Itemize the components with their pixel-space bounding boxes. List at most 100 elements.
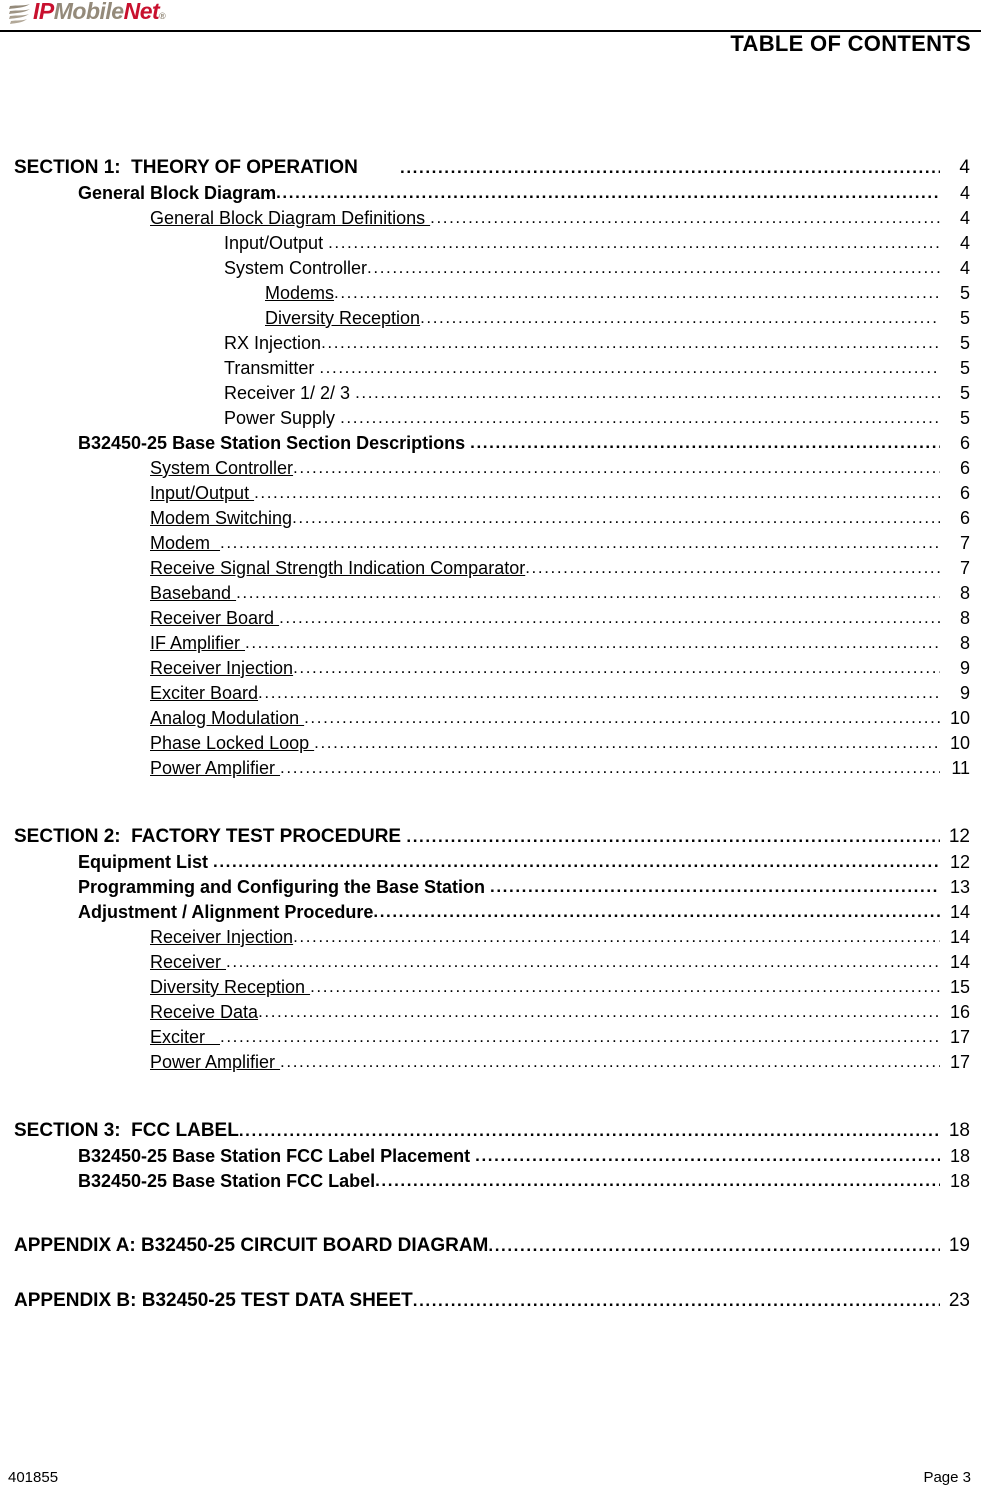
toc-entry-label: Receiver bbox=[150, 952, 227, 972]
toc-leader-dots: ........................................… bbox=[525, 559, 940, 576]
toc-entry[interactable]: Power Amplifier ........................… bbox=[0, 1046, 970, 1071]
toc-entry[interactable]: Modems..................................… bbox=[0, 277, 970, 302]
ipmobilenet-logo: IPMobileNet® bbox=[8, 0, 166, 27]
toc-entry[interactable]: Receiver ...............................… bbox=[0, 946, 970, 971]
toc-entry-label: System Controller bbox=[150, 458, 294, 478]
toc-entry-label: B32450-25 Base Station FCC Label Placeme… bbox=[78, 1146, 476, 1166]
toc-entry-label: Power Amplifier bbox=[150, 1052, 281, 1072]
toc-entry-page: 6 bbox=[959, 483, 970, 503]
toc-entry-page: 5 bbox=[959, 283, 970, 303]
toc-leader-dots: ........................................… bbox=[314, 734, 940, 751]
toc-entry-label: Phase Locked Loop bbox=[150, 733, 315, 753]
toc-entry-label: RX Injection bbox=[224, 333, 322, 353]
toc-entry[interactable]: B32450-25 Base Station FCC Label........… bbox=[0, 1165, 970, 1190]
toc-leader-dots: ........................................… bbox=[276, 184, 940, 201]
toc-entry-page: 13 bbox=[949, 877, 970, 897]
toc-entry-label: Receiver Injection bbox=[150, 658, 294, 678]
toc-entry-page: 4 bbox=[959, 208, 970, 228]
toc-entry-label: Modem Switching bbox=[150, 508, 293, 528]
toc-entry-label: General Block Diagram bbox=[78, 183, 277, 203]
toc-leader-dots: ........................................… bbox=[406, 828, 940, 845]
toc-entry-page: 12 bbox=[948, 826, 970, 847]
logo-text-net: Net bbox=[123, 0, 160, 24]
toc-leader-dots: ........................................… bbox=[293, 659, 940, 676]
toc-entry-page: 18 bbox=[948, 1120, 970, 1141]
toc-entry[interactable]: Receive Data............................… bbox=[0, 996, 970, 1021]
toc-entry[interactable]: Adjustment / Alignment Procedure........… bbox=[0, 896, 970, 921]
toc-entry-page: 8 bbox=[959, 633, 970, 653]
toc-entry[interactable]: APPENDIX B: B32450-25 TEST DATA SHEET...… bbox=[0, 1285, 970, 1310]
toc-entry[interactable]: Exciter ................................… bbox=[0, 1021, 970, 1046]
toc-entry-label: Diversity Reception bbox=[265, 308, 421, 328]
toc-entry[interactable]: SECTION 2: FACTORY TEST PROCEDURE ......… bbox=[0, 821, 970, 846]
toc-entry[interactable]: Analog Modulation ......................… bbox=[0, 702, 970, 727]
toc-entry-page: 10 bbox=[949, 708, 970, 728]
toc-entry-label: Input/Output bbox=[224, 233, 329, 253]
toc-entry[interactable]: General Block Diagram...................… bbox=[0, 177, 970, 202]
toc-leader-dots: ........................................… bbox=[430, 209, 940, 226]
toc-entry[interactable]: Diversity Reception ....................… bbox=[0, 971, 970, 996]
toc-group-spacer bbox=[0, 777, 981, 821]
toc-entry[interactable]: Equipment List .........................… bbox=[0, 846, 970, 871]
toc-leader-dots: ........................................… bbox=[258, 684, 940, 701]
toc-entry[interactable]: Modem Switching.........................… bbox=[0, 502, 970, 527]
toc-entry[interactable]: Receiver 1/ 2/ 3 .......................… bbox=[0, 377, 970, 402]
toc-leader-dots: ........................................… bbox=[293, 928, 940, 945]
toc-entry[interactable]: Exciter Board...........................… bbox=[0, 677, 970, 702]
toc-entry[interactable]: Input/Output ...........................… bbox=[0, 477, 970, 502]
toc-entry[interactable]: Receive Signal Strength Indication Compa… bbox=[0, 552, 970, 577]
toc-entry[interactable]: Programming and Configuring the Base Sta… bbox=[0, 871, 970, 896]
toc-entry[interactable]: General Block Diagram Definitions ......… bbox=[0, 202, 970, 227]
toc-entry[interactable]: Power Amplifier ........................… bbox=[0, 752, 970, 777]
toc-entry-label: Receive Signal Strength Indication Compa… bbox=[150, 558, 526, 578]
toc-entry[interactable]: Diversity Reception.....................… bbox=[0, 302, 970, 327]
toc-entry-page: 19 bbox=[948, 1235, 970, 1256]
toc-leader-dots: ........................................… bbox=[470, 434, 940, 451]
toc-entry[interactable]: System Controller.......................… bbox=[0, 452, 970, 477]
toc-entry[interactable]: IF Amplifier ...........................… bbox=[0, 627, 970, 652]
toc-entry-page: 12 bbox=[949, 852, 970, 872]
toc-entry[interactable]: Power Supply ...........................… bbox=[0, 402, 970, 427]
toc-entry-label: SECTION 1: THEORY OF OPERATION bbox=[14, 157, 401, 178]
toc-entry[interactable]: System Controller.......................… bbox=[0, 252, 970, 277]
toc-entry-page: 8 bbox=[959, 583, 970, 603]
toc-entry[interactable]: Transmitter ............................… bbox=[0, 352, 970, 377]
page-number: Page 3 bbox=[923, 1469, 971, 1486]
toc-entry-label: SECTION 3: FCC LABEL bbox=[14, 1120, 239, 1141]
toc-entry[interactable]: Baseband ...............................… bbox=[0, 577, 970, 602]
toc-entry[interactable]: Input/Output ...........................… bbox=[0, 227, 970, 252]
toc-entry-page: 6 bbox=[959, 433, 970, 453]
toc-entry[interactable]: Phase Locked Loop ......................… bbox=[0, 727, 970, 752]
toc-leader-dots: ........................................… bbox=[321, 334, 940, 351]
toc-entry[interactable]: B32450-25 Base Station FCC Label Placeme… bbox=[0, 1140, 970, 1165]
toc-entry[interactable]: Receiver Injection......................… bbox=[0, 652, 970, 677]
toc-entry-page: 5 bbox=[959, 308, 970, 328]
toc-leader-dots: ........................................… bbox=[292, 509, 940, 526]
toc-entry[interactable]: SECTION 3: FCC LABEL....................… bbox=[0, 1115, 970, 1140]
toc-entry[interactable]: B32450-25 Base Station Section Descripti… bbox=[0, 427, 970, 452]
toc-leader-dots: ........................................… bbox=[328, 234, 940, 251]
toc-entry[interactable]: Modem ..................................… bbox=[0, 527, 970, 552]
toc-leader-dots: ........................................… bbox=[220, 534, 940, 551]
toc-entry[interactable]: RX Injection............................… bbox=[0, 327, 970, 352]
toc-entry-page: 14 bbox=[949, 902, 970, 922]
toc-entry-label: B32450-25 Base Station FCC Label bbox=[78, 1171, 376, 1191]
page-footer: 401855 Page 3 bbox=[0, 1469, 981, 1489]
toc-entry-label: Diversity Reception bbox=[150, 977, 311, 997]
toc-entry-page: 5 bbox=[959, 333, 970, 353]
toc-entry[interactable]: APPENDIX A: B32450-25 CIRCUIT BOARD DIAG… bbox=[0, 1230, 970, 1255]
toc-entry[interactable]: SECTION 1: THEORY OF OPERATION .........… bbox=[0, 152, 970, 177]
toc-entry-label: APPENDIX B: B32450-25 TEST DATA SHEET bbox=[14, 1290, 413, 1311]
page-title: TABLE OF CONTENTS bbox=[730, 31, 971, 56]
toc-entry-page: 23 bbox=[948, 1290, 970, 1311]
toc-entry-page: 5 bbox=[959, 408, 970, 428]
toc-leader-dots: ........................................… bbox=[220, 1028, 940, 1045]
toc-entry-label: Modems bbox=[265, 283, 335, 303]
toc-entry-page: 17 bbox=[949, 1027, 970, 1047]
toc-entry-page: 5 bbox=[959, 383, 970, 403]
toc-entry-label: Analog Modulation bbox=[150, 708, 305, 728]
toc-entry[interactable]: Receiver Injection......................… bbox=[0, 921, 970, 946]
toc-entry-label: Receive Data bbox=[150, 1002, 259, 1022]
toc-entry-label: Modem bbox=[150, 533, 221, 553]
toc-entry[interactable]: Receiver Board .........................… bbox=[0, 602, 970, 627]
